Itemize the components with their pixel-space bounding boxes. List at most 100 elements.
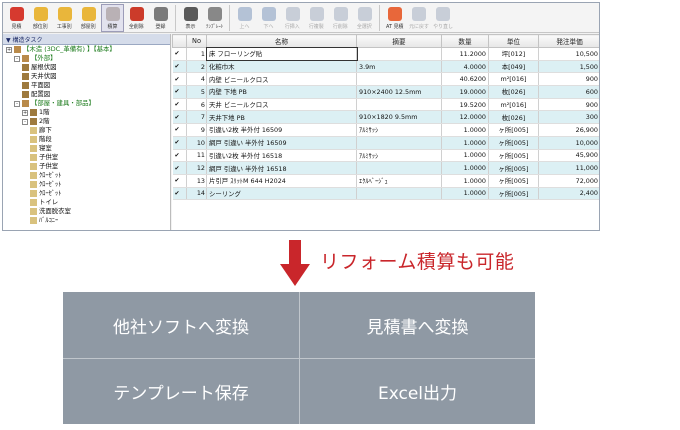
cell-check[interactable]: ✔ xyxy=(172,136,187,150)
cell-check[interactable]: ✔ xyxy=(172,72,187,87)
tree-item[interactable]: - 2階 xyxy=(3,117,170,126)
cell-check[interactable]: ✔ xyxy=(172,123,187,137)
tree-item[interactable]: 配置図 xyxy=(3,90,170,99)
cell-qty[interactable]: 40.6200 xyxy=(441,72,489,87)
cell-check[interactable]: ✔ xyxy=(172,60,187,74)
table-row[interactable]: ✔ 10 網戸 引違い 半外付 16509 1.0000 ヶ所[005] 10,000 xyxy=(172,136,599,150)
col-header-unit[interactable]: 単位 xyxy=(488,34,539,48)
cell-unit[interactable]: ヶ所[005] xyxy=(488,136,539,150)
toolbar-button-2[interactable]: 部位別 xyxy=(29,4,52,32)
tree-header[interactable]: ▼ 構造タスク xyxy=(3,34,170,45)
toolbar-button-9[interactable]: ﾃﾝﾌﾟﾚｰﾄ xyxy=(203,4,226,32)
cell-unit[interactable]: 枚[026] xyxy=(488,85,539,99)
col-header-price[interactable]: 発注単価 xyxy=(538,34,599,48)
cell-price[interactable]: 10,000 xyxy=(538,136,599,150)
collapse-icon[interactable]: - xyxy=(14,100,20,107)
toolbar-button-6[interactable]: 全削除 xyxy=(125,4,148,32)
table-row[interactable]: ✔ 2 化粧巾木 3.9m 4.0000 本[049] 1,500 xyxy=(172,60,599,74)
cell-check[interactable]: ✔ xyxy=(172,110,187,125)
toolbar-button-18[interactable]: やり直し xyxy=(431,4,454,32)
cell-no[interactable]: 9 xyxy=(186,123,207,137)
cell-name[interactable]: 天井 ビニールクロス xyxy=(206,98,357,112)
collapse-icon[interactable]: - xyxy=(22,118,28,125)
cell-no[interactable]: 1 xyxy=(186,47,207,61)
cell-name[interactable]: 網戸 引違い 半外付 16518 xyxy=(206,161,357,175)
cell-no[interactable]: 5 xyxy=(186,85,207,99)
table-row[interactable]: ✔ 4 内壁 ビニールクロス 40.6200 m²[016] 900 xyxy=(172,72,599,87)
cell-qty[interactable]: 1.0000 xyxy=(441,161,489,175)
cell-summary[interactable]: 3.9m xyxy=(356,60,442,74)
toolbar-button-7[interactable]: 登録 xyxy=(149,4,172,32)
table-row[interactable]: ✔ 5 内壁 下地 PB 910×2400 12.5mm 19.0000 枚[026] 60… xyxy=(172,85,599,99)
cell-name[interactable]: 化粧巾木 xyxy=(206,60,357,74)
toolbar-button-4[interactable]: 部屋別 xyxy=(77,4,100,32)
table-row[interactable]: ✔ 7 天井下地 PB 910×1820 9.5mm 12.0000 枚[026] 300 xyxy=(172,110,599,125)
toolbar-button-3[interactable]: 工事別 xyxy=(53,4,76,32)
cell-summary[interactable] xyxy=(356,136,442,150)
cell-qty[interactable]: 1.0000 xyxy=(441,174,489,188)
cell-no[interactable]: 10 xyxy=(186,136,207,150)
tree-item[interactable]: +1階 xyxy=(3,108,170,117)
toolbar-button-10[interactable]: 上へ xyxy=(233,4,256,32)
cell-unit[interactable]: m²[016] xyxy=(488,98,539,112)
cell-unit[interactable]: 坪[012] xyxy=(488,47,539,61)
cell-name[interactable]: 床 フローリング貼 xyxy=(205,46,358,62)
tree-item[interactable]: ｸﾛｰｾﾞｯﾄ xyxy=(3,180,170,189)
cell-summary[interactable]: ｱﾙﾐｻｯｼ xyxy=(356,149,442,163)
cell-price[interactable]: 10,500 xyxy=(538,47,599,61)
cell-unit[interactable]: ヶ所[005] xyxy=(488,161,539,175)
cell-no[interactable]: 14 xyxy=(186,187,207,201)
tree-item[interactable]: 寝室 xyxy=(3,144,170,153)
tree-item[interactable]: ｸﾛｰｾﾞｯﾄ xyxy=(3,171,170,180)
tree-item[interactable]: + 【木造 (3DC_革備有) 】【基本】 xyxy=(3,45,170,54)
cell-no[interactable]: 11 xyxy=(186,149,207,163)
cell-no[interactable]: 6 xyxy=(186,98,207,112)
cell-summary[interactable] xyxy=(356,47,442,61)
cell-qty[interactable]: 1.0000 xyxy=(441,187,489,201)
toolbar-button-1[interactable]: 見積 xyxy=(5,4,28,32)
cell-qty[interactable]: 1.0000 xyxy=(441,123,489,137)
cell-no[interactable]: 4 xyxy=(186,72,207,87)
cell-qty[interactable]: 1.0000 xyxy=(441,136,489,150)
tree-item[interactable]: 屋根伏図 xyxy=(3,63,170,72)
cell-qty[interactable]: 12.0000 xyxy=(441,110,489,125)
table-row[interactable]: ✔ 13 片引戸 ｽﾘｯﾄM 644 H2024 ｴｸﾙﾍﾞｰｼﾞｭ 1.0000 ヶ所[… xyxy=(172,174,599,188)
cell-price[interactable]: 900 xyxy=(538,72,599,87)
tree-item[interactable]: ｸﾛｰｾﾞｯﾄ xyxy=(3,189,170,198)
cell-summary[interactable]: ｱﾙﾐｻｯｼ xyxy=(356,123,442,137)
cell-check[interactable]: ✔ xyxy=(172,174,187,188)
cell-no[interactable]: 13 xyxy=(186,174,207,188)
cell-qty[interactable]: 19.5200 xyxy=(441,98,489,112)
tree-item[interactable]: 子供室 xyxy=(3,153,170,162)
table-row[interactable]: ✔ 9 引違い2枚 半外付 16509 ｱﾙﾐｻｯｼ 1.0000 ヶ所[005] 26,9… xyxy=(172,123,599,137)
toolbar-button-14[interactable]: 行削除 xyxy=(329,4,352,32)
cell-price[interactable]: 900 xyxy=(538,98,599,112)
tree-item[interactable]: 廊下 xyxy=(3,126,170,135)
cell-name[interactable]: 片引戸 ｽﾘｯﾄM 644 H2024 xyxy=(206,174,357,188)
cell-qty[interactable]: 1.0000 xyxy=(441,149,489,163)
table-row[interactable]: ✔ 14 シーリング 1.0000 ヶ所[005] 2,400 xyxy=(172,187,599,201)
cell-check[interactable]: ✔ xyxy=(172,161,187,175)
tree-item[interactable]: - 【外部】 xyxy=(3,54,170,63)
cell-summary[interactable] xyxy=(356,187,442,201)
table-row[interactable]: ✔ 1 床 フローリング貼 11.2000 坪[012] 10,500 xyxy=(172,46,599,62)
cell-name[interactable]: 引違い2枚 半外付 16518 xyxy=(206,149,357,163)
tree-item[interactable]: トイレ xyxy=(3,198,170,207)
cell-check[interactable]: ✔ xyxy=(172,85,187,99)
tree-item[interactable]: 洗面脱衣室 xyxy=(3,207,170,216)
cell-unit[interactable]: 枚[026] xyxy=(488,110,539,125)
cell-unit[interactable]: ヶ所[005] xyxy=(488,174,539,188)
toolbar-button-12[interactable]: 行挿入 xyxy=(281,4,304,32)
cell-unit[interactable]: ヶ所[005] xyxy=(488,187,539,201)
cell-summary[interactable]: ｴｸﾙﾍﾞｰｼﾞｭ xyxy=(356,174,442,188)
table-row[interactable]: ✔ 12 網戸 引違い 半外付 16518 1.0000 ヶ所[005] 11,000 xyxy=(172,161,599,175)
col-header-summary[interactable]: 摘要 xyxy=(356,34,442,48)
table-row[interactable]: ✔ 11 引違い2枚 半外付 16518 ｱﾙﾐｻｯｼ 1.0000 ヶ所[005] 45,… xyxy=(172,149,599,163)
collapse-icon[interactable]: - xyxy=(14,55,20,62)
cell-name[interactable]: 網戸 引違い 半外付 16509 xyxy=(206,136,357,150)
cell-check[interactable]: ✔ xyxy=(172,47,187,61)
cell-summary[interactable]: 910×2400 12.5mm xyxy=(356,85,442,99)
col-header-name[interactable]: 名称 xyxy=(206,34,357,48)
toolbar-button-16[interactable]: AT 見積 xyxy=(383,4,406,32)
cell-summary[interactable]: 910×1820 9.5mm xyxy=(356,110,442,125)
